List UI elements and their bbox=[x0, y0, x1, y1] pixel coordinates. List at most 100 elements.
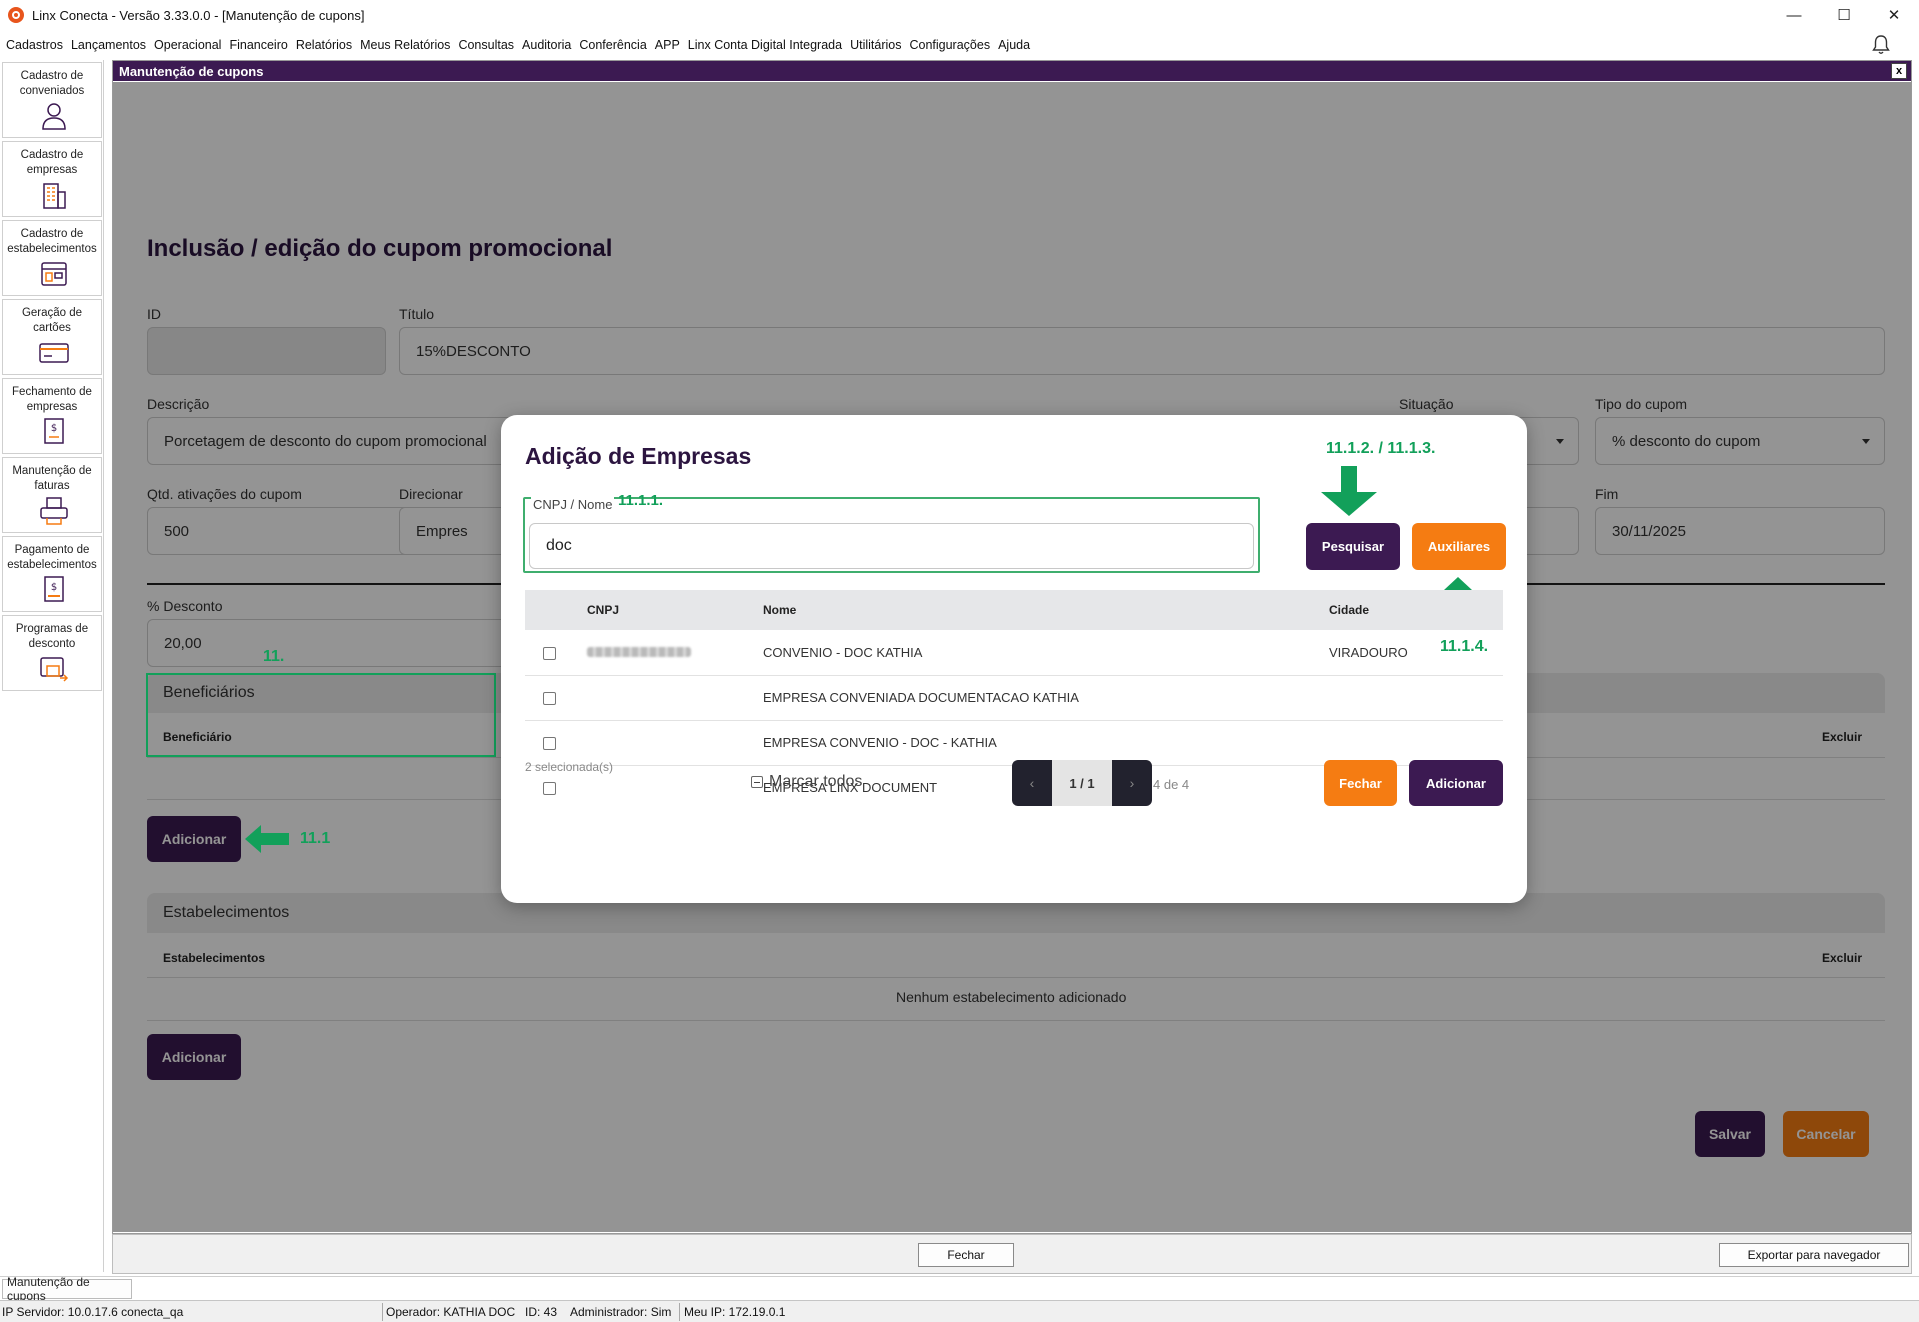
mdi-close-button[interactable]: x bbox=[1891, 63, 1907, 79]
minus-square-icon bbox=[751, 776, 763, 788]
sidebar-item-programas-desconto[interactable]: Programas de desconto bbox=[2, 615, 102, 691]
select-column bbox=[525, 590, 587, 630]
printer-icon bbox=[40, 497, 68, 525]
sidebar-item-geracao-cartoes[interactable]: Geração de cartões bbox=[2, 299, 102, 375]
company-cnpj bbox=[587, 675, 763, 721]
company-city bbox=[1329, 675, 1503, 721]
results-count: 4 de 4 bbox=[1153, 777, 1190, 792]
fechar-button[interactable]: Fechar bbox=[918, 1243, 1014, 1267]
user-icon bbox=[42, 103, 66, 130]
status-separator bbox=[382, 1303, 383, 1321]
selected-count: 2 selecionada(s) bbox=[525, 760, 614, 774]
title-bar: Linx Conecta - Versão 3.33.0.0 - [Manute… bbox=[0, 0, 1919, 30]
page-indicator: 1 / 1 bbox=[1052, 760, 1112, 806]
menu-auditoria[interactable]: Auditoria bbox=[522, 38, 571, 52]
nome-column: Nome bbox=[763, 590, 1329, 630]
annotation-label: 11.1.2. / 11.1.3. bbox=[1326, 440, 1436, 457]
annotation-label: 11. bbox=[263, 648, 285, 665]
table-row[interactable]: CONVENIO - DOC KATHIA VIRADOURO bbox=[525, 630, 1503, 676]
window-title: Linx Conecta - Versão 3.33.0.0 - [Manute… bbox=[32, 7, 365, 23]
mdi-title: Manutenção de cupons bbox=[119, 63, 264, 79]
status-ip: Meu IP: 172.19.0.1 bbox=[684, 1305, 786, 1319]
sidebar-item-label: Pagamento de estabelecimentos bbox=[7, 544, 97, 571]
status-separator bbox=[679, 1303, 680, 1321]
sidebar-item-pagamento-estabelecimentos[interactable]: Pagamento de estabelecimentos $ bbox=[2, 536, 102, 612]
company-cnpj bbox=[587, 765, 763, 810]
window-taskbar: Manutenção de cupons bbox=[0, 1275, 1919, 1303]
modal-add-button[interactable]: Adicionar bbox=[1409, 760, 1503, 806]
minimize-button[interactable]: — bbox=[1769, 0, 1819, 30]
add-companies-modal: Adição de Empresas CNPJ / Nome doc 11.1.… bbox=[501, 415, 1527, 903]
card-icon bbox=[39, 343, 69, 363]
arrow-down-icon bbox=[1321, 466, 1377, 516]
page-content: Inclusão / edição do cupom promocional I… bbox=[113, 82, 1911, 1232]
sidebar-item-label: Geração de cartões bbox=[21, 307, 83, 334]
mark-all-label: Marcar todos bbox=[769, 773, 863, 790]
company-cnpj bbox=[587, 720, 763, 766]
menu-app[interactable]: APP bbox=[655, 38, 680, 52]
task-manutencao-cupons[interactable]: Manutenção de cupons bbox=[2, 1275, 132, 1303]
mdi-title-bar: Manutenção de cupons x bbox=[113, 61, 1911, 81]
sidebar-item-label: Fechamento de empresas bbox=[12, 386, 92, 413]
menu-operacional[interactable]: Operacional bbox=[154, 38, 221, 52]
sidebar-item-cadastro-empresas[interactable]: Cadastro de empresas bbox=[2, 141, 102, 217]
table-row[interactable]: EMPRESA CONVENIADA DOCUMENTACAO KATHIA bbox=[525, 675, 1503, 721]
menu-conferencia[interactable]: Conferência bbox=[579, 38, 646, 52]
row-checkbox[interactable] bbox=[543, 646, 556, 660]
menu-financeiro[interactable]: Financeiro bbox=[229, 38, 287, 52]
row-checkbox[interactable] bbox=[543, 692, 556, 706]
company-name: EMPRESA CONVENIADA DOCUMENTACAO KATHIA bbox=[763, 675, 1329, 721]
next-page-button[interactable]: › bbox=[1112, 760, 1152, 806]
cidade-column: Cidade bbox=[1329, 590, 1503, 630]
auxiliares-button[interactable]: Auxiliares bbox=[1412, 523, 1506, 570]
menu-configuracoes[interactable]: Configurações bbox=[909, 38, 990, 52]
table-header-row: CNPJ Nome Cidade bbox=[525, 590, 1503, 630]
menu-linx-conta-digital[interactable]: Linx Conta Digital Integrada bbox=[688, 38, 842, 52]
arrow-left-icon bbox=[245, 825, 289, 853]
search-label: CNPJ / Nome bbox=[531, 497, 615, 512]
bell-icon[interactable] bbox=[1871, 34, 1891, 56]
left-sidebar: Cadastro de conveniados Cadastro de empr… bbox=[0, 60, 104, 1272]
row-checkbox[interactable] bbox=[543, 782, 556, 796]
company-city: VIRADOURO bbox=[1329, 630, 1503, 676]
mark-all-toggle[interactable]: Marcar todos bbox=[751, 773, 862, 791]
cnpj-column: CNPJ bbox=[587, 590, 763, 630]
mdi-window: Manutenção de cupons x Inclusão / edição… bbox=[112, 60, 1912, 1234]
menu-utilitarios[interactable]: Utilitários bbox=[850, 38, 901, 52]
payment-icon: $ bbox=[44, 576, 64, 602]
svg-text:$: $ bbox=[51, 423, 57, 434]
sidebar-item-label: Manutenção de faturas bbox=[12, 465, 92, 492]
search-input[interactable]: doc bbox=[529, 523, 1254, 569]
annotation-highlight-box bbox=[146, 673, 496, 757]
exportar-button[interactable]: Exportar para navegador bbox=[1719, 1243, 1909, 1267]
store-icon bbox=[41, 262, 67, 286]
modal-close-button[interactable]: Fechar bbox=[1324, 760, 1397, 806]
menu-meus-relatorios[interactable]: Meus Relatórios bbox=[360, 38, 450, 52]
sidebar-item-label: Programas de desconto bbox=[15, 623, 89, 650]
sidebar-item-cadastro-conveniados[interactable]: Cadastro de conveniados bbox=[2, 62, 102, 138]
row-checkbox[interactable] bbox=[543, 737, 556, 751]
status-bar: IP Servidor: 10.0.17.6 conecta_qa Operad… bbox=[0, 1300, 1919, 1322]
menu-relatorios[interactable]: Relatórios bbox=[296, 38, 352, 52]
sidebar-item-manutencao-faturas[interactable]: Manutenção de faturas bbox=[2, 457, 102, 533]
status-admin: Administrador: Sim bbox=[570, 1305, 672, 1319]
menu-lancamentos[interactable]: Lançamentos bbox=[71, 38, 146, 52]
table-row[interactable]: EMPRESA CONVENIO - DOC - KATHIA bbox=[525, 720, 1503, 766]
sidebar-item-cadastro-estabelecimentos[interactable]: Cadastro de estabelecimentos bbox=[2, 220, 102, 296]
prev-page-button[interactable]: ‹ bbox=[1012, 760, 1052, 806]
status-server: IP Servidor: 10.0.17.6 conecta_qa bbox=[2, 1305, 184, 1319]
menu-cadastros[interactable]: Cadastros bbox=[6, 38, 63, 52]
sidebar-item-label: Cadastro de estabelecimentos bbox=[7, 228, 97, 255]
maximize-button[interactable]: ☐ bbox=[1819, 0, 1869, 30]
modal-title: Adição de Empresas bbox=[525, 443, 752, 469]
annotation-label: 11.1 bbox=[300, 830, 331, 847]
menu-ajuda[interactable]: Ajuda bbox=[998, 38, 1030, 52]
discount-icon bbox=[40, 657, 69, 682]
menu-consultas[interactable]: Consultas bbox=[458, 38, 514, 52]
company-name: EMPRESA CONVENIO - DOC - KATHIA bbox=[763, 720, 1329, 766]
close-window-button[interactable]: ✕ bbox=[1869, 0, 1919, 30]
sidebar-item-fechamento-empresas[interactable]: Fechamento de empresas $ bbox=[2, 378, 102, 454]
sidebar-item-label: Cadastro de empresas bbox=[20, 149, 84, 176]
company-name: CONVENIO - DOC KATHIA bbox=[763, 630, 1329, 676]
search-button[interactable]: Pesquisar bbox=[1306, 523, 1400, 570]
